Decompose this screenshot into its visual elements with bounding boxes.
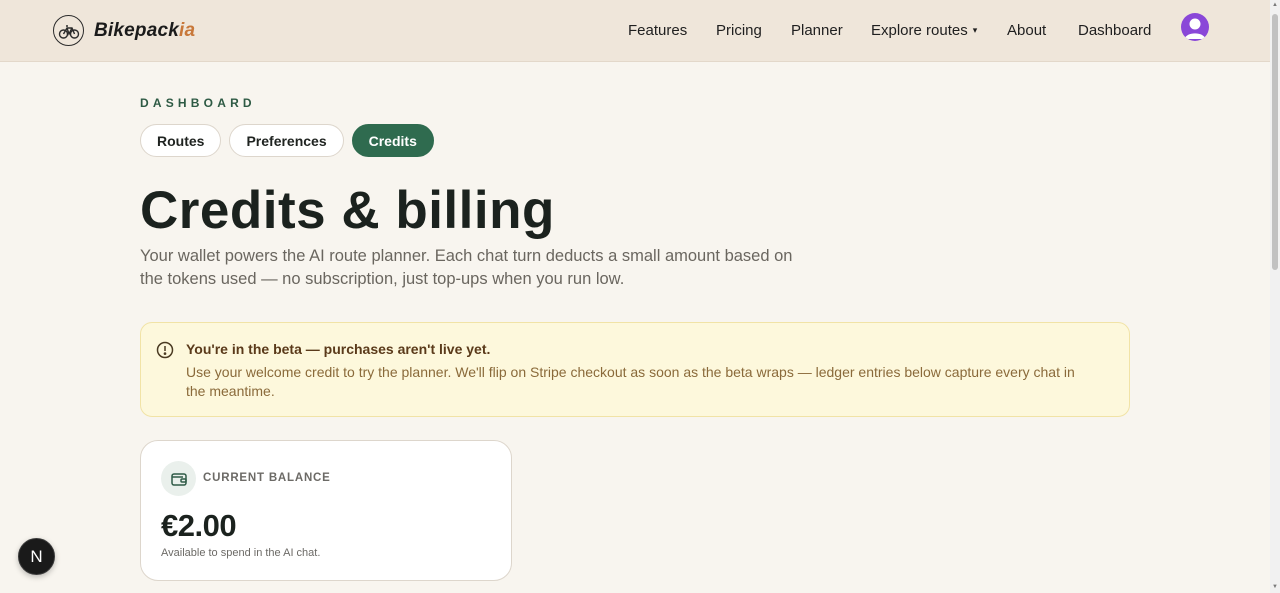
site-header: Bikepackia Features Pricing Planner Expl… [0,0,1270,62]
scroll-thumb[interactable] [1272,14,1278,270]
notice-title: You're in the beta — purchases aren't li… [186,341,491,357]
tab-credits[interactable]: Credits [351,124,434,157]
nav-about[interactable]: About [1007,22,1046,39]
page-scrollbar[interactable]: ▲ ▼ [1270,0,1280,593]
nav-pricing[interactable]: Pricing [716,22,762,39]
tab-routes[interactable]: Routes [140,124,222,157]
chevron-down-icon: ▾ [972,25,978,35]
alert-circle-icon [156,341,174,364]
wallet-icon [161,461,196,496]
nav-explore-routes-label: Explore routes [871,22,968,39]
scroll-up-arrow-icon[interactable]: ▲ [1272,2,1278,8]
nav-explore-routes[interactable]: Explore routes ▾ [871,22,977,39]
dashboard-tabs: Routes Preferences Credits [140,124,434,157]
page-intro: Your wallet powers the AI route planner.… [140,247,793,288]
nav-features[interactable]: Features [628,22,687,39]
balance-caption: Available to spend in the AI chat. [161,547,321,559]
bike-logo-icon [53,15,84,46]
user-avatar-icon[interactable] [1181,13,1209,41]
balance-card: CURRENT BALANCE €2.00 Available to spend… [140,440,512,581]
scroll-down-arrow-icon[interactable]: ▼ [1272,584,1278,590]
brand-logo[interactable]: Bikepackia [53,15,195,46]
balance-value: €2.00 [161,508,237,543]
page-title: Credits & billing [140,181,555,240]
tab-preferences[interactable]: Preferences [229,124,344,157]
nav-planner[interactable]: Planner [791,22,843,39]
section-eyebrow: DASHBOARD [140,96,256,110]
balance-label: CURRENT BALANCE [203,472,331,484]
dev-tools-badge[interactable]: N [18,538,55,575]
beta-notice: You're in the beta — purchases aren't li… [140,322,1130,417]
notice-body: Use your welcome credit to try the plann… [186,364,1075,399]
nav-dashboard[interactable]: Dashboard [1078,22,1151,39]
brand-name: Bikepackia [94,19,196,41]
